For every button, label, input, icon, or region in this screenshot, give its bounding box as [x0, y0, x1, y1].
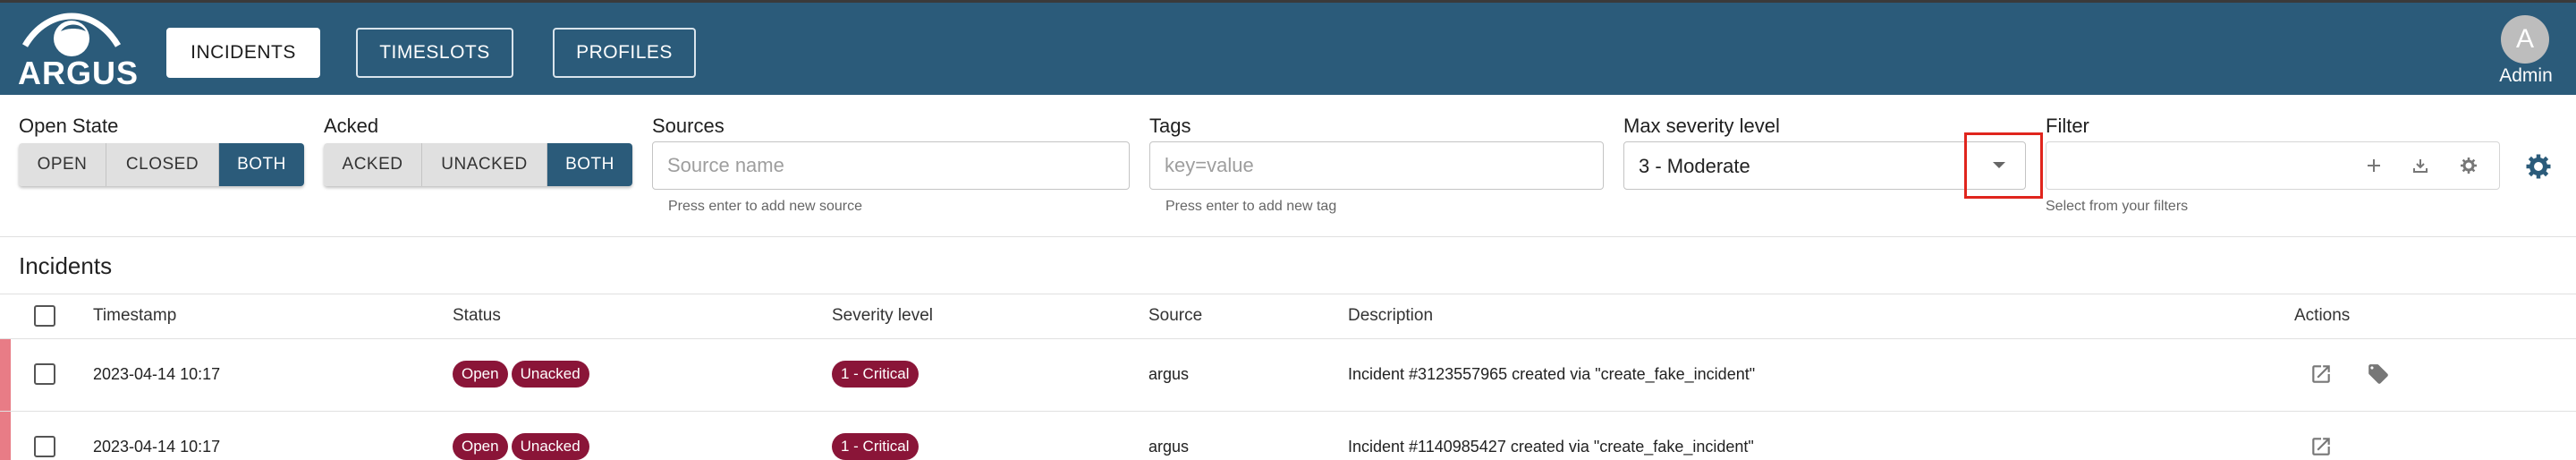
divider	[0, 338, 2576, 339]
open-in-new-icon[interactable]	[2309, 435, 2333, 460]
highlight-box	[1964, 132, 2043, 199]
select-all-checkbox[interactable]	[34, 305, 55, 327]
filter-helper: Select from your filters	[2046, 199, 2189, 214]
row-severity-marker	[0, 339, 11, 411]
divider	[0, 236, 2576, 237]
filter-label: Filter	[2046, 115, 2089, 137]
row-description: Incident #3123557965 created via "create…	[1348, 365, 1756, 383]
app-bar: ARGUS INCIDENTS TIMESLOTS PROFILES A Adm…	[0, 0, 2576, 95]
row-severity: 1 - Critical	[832, 361, 922, 388]
sources-input[interactable]	[653, 142, 1129, 189]
col-description[interactable]: Description	[1348, 306, 1433, 326]
open-state-closed[interactable]: CLOSED	[106, 143, 219, 186]
tags-helper: Press enter to add new tag	[1165, 199, 1337, 214]
severity-badge: 1 - Critical	[832, 361, 919, 388]
status-badge: Open	[453, 361, 508, 388]
tags-label: Tags	[1149, 115, 1191, 137]
col-actions: Actions	[2294, 306, 2351, 325]
row-severity: 1 - Critical	[832, 433, 922, 460]
acked-toggle: ACKED UNACKED BOTH	[324, 143, 632, 186]
plus-icon[interactable]	[2361, 153, 2386, 178]
eye-logo-icon	[21, 13, 122, 56]
open-state-both[interactable]: BOTH	[219, 143, 304, 186]
nav-incidents[interactable]: INCIDENTS	[166, 28, 320, 78]
status-badge: Unacked	[511, 361, 589, 388]
row-source: argus	[1148, 365, 1190, 383]
open-in-new-icon[interactable]	[2309, 362, 2333, 390]
settings-icon[interactable]	[2522, 150, 2555, 183]
user-menu[interactable]: A Admin	[2492, 15, 2556, 87]
row-timestamp: 2023-04-14 10:17	[93, 365, 221, 383]
status-badge: Open	[453, 433, 508, 460]
row-description: Incident #1140985427 created via "create…	[1348, 438, 1754, 456]
divider	[0, 411, 2576, 412]
acked-acked[interactable]: ACKED	[324, 143, 422, 186]
open-state-toggle: OPEN CLOSED BOTH	[19, 143, 304, 186]
incidents-title: Incidents	[19, 252, 113, 279]
sources-field[interactable]	[652, 141, 1130, 190]
col-status[interactable]: Status	[453, 306, 501, 326]
row-checkbox[interactable]	[34, 363, 55, 385]
open-state-label: Open State	[19, 115, 119, 137]
row-timestamp: 2023-04-14 10:17	[93, 438, 221, 456]
argus-logo[interactable]: ARGUS	[16, 10, 138, 91]
nav-timeslots[interactable]: TIMESLOTS	[356, 28, 513, 78]
col-severity[interactable]: Severity level	[832, 306, 933, 326]
acked-both[interactable]: BOTH	[547, 143, 632, 186]
tags-input[interactable]	[1150, 142, 1603, 189]
tags-field[interactable]	[1149, 141, 1604, 190]
status-badge: Unacked	[511, 433, 589, 460]
sources-label: Sources	[652, 115, 724, 137]
severity-label: Max severity level	[1623, 115, 1780, 137]
col-timestamp[interactable]: Timestamp	[93, 306, 176, 326]
row-status: Open Unacked	[453, 433, 593, 460]
acked-unacked[interactable]: UNACKED	[422, 143, 547, 186]
row-checkbox[interactable]	[34, 436, 55, 457]
open-state-open[interactable]: OPEN	[19, 143, 106, 186]
download-icon[interactable]	[2408, 153, 2433, 178]
logo-text: ARGUS	[18, 55, 140, 91]
sources-helper: Press enter to add new source	[668, 199, 863, 214]
filter-input[interactable]	[2046, 142, 2333, 189]
severity-badge: 1 - Critical	[832, 433, 919, 460]
filter-field[interactable]	[2046, 141, 2500, 190]
gear-icon[interactable]	[2456, 153, 2481, 178]
severity-value: 3 - Moderate	[1639, 155, 1750, 177]
row-severity-marker	[0, 412, 11, 460]
nav-profiles[interactable]: PROFILES	[553, 28, 696, 78]
avatar[interactable]: A	[2501, 15, 2549, 64]
acked-label: Acked	[324, 115, 379, 137]
col-source[interactable]: Source	[1148, 306, 1202, 326]
tag-icon[interactable]	[2367, 362, 2390, 390]
user-name: Admin	[2499, 65, 2553, 86]
row-source: argus	[1148, 438, 1190, 456]
row-status: Open Unacked	[453, 361, 593, 388]
